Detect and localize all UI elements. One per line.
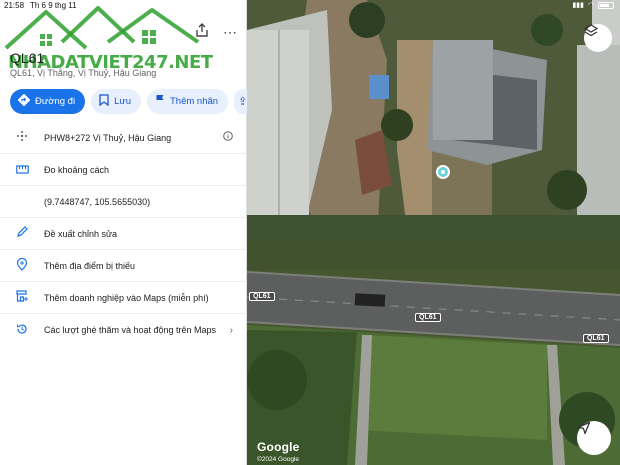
save-button[interactable]: Lưu <box>91 89 141 114</box>
road-label: QL61 <box>415 313 441 322</box>
place-address: QL61, Vị Thắng, Vị Thuỷ, Hậu Giang <box>10 68 157 78</box>
signal-icon: ▮▮▮ <box>572 2 584 9</box>
action-buttons: Đường đi Lưu Thêm nhãn ⇪ <box>10 89 253 114</box>
add-business-text: Thêm doanh nghiệp vào Maps (miễn phí) <box>44 292 209 303</box>
road-label: QL61 <box>583 334 609 343</box>
location-pin[interactable] <box>436 165 450 179</box>
directions-icon <box>17 93 31 109</box>
add-missing-place-text: Thêm địa điểm bị thiếu <box>44 260 136 271</box>
directions-label: Đường đi <box>35 96 76 107</box>
battery-icon <box>598 1 614 9</box>
list-item-suggest-edit[interactable]: Đề xuất chỉnh sửa <box>0 218 247 250</box>
place-title: QL61 <box>10 50 45 66</box>
share-icon: ⇪ <box>238 96 248 108</box>
chevron-right-icon: › <box>229 324 233 336</box>
my-location-button[interactable] <box>577 421 611 455</box>
satellite-imagery <box>247 0 620 465</box>
suggest-edit-text: Đề xuất chỉnh sửa <box>44 228 118 239</box>
list-item-add-business[interactable]: Thêm doanh nghiệp vào Maps (miễn phí) <box>0 282 247 314</box>
list-item-measure-distance[interactable]: Đo khoảng cách <box>0 154 247 186</box>
list-item-coordinates[interactable]: (9.7448747, 105.5655030) <box>0 186 247 218</box>
list-item-visits-activity[interactable]: Các lượt ghé thăm và hoạt động trên Maps… <box>0 314 247 346</box>
coordinates-text: (9.7448747, 105.5655030) <box>44 196 151 207</box>
plus-code-text: PHW8+272 Vị Thuỷ, Hậu Giang <box>44 132 172 143</box>
add-location-icon <box>0 257 44 274</box>
map-copyright: ©2024 Google <box>257 456 300 463</box>
list-item-add-missing-place[interactable]: Thêm địa điểm bị thiếu <box>0 250 247 282</box>
status-date: Th 6 9 thg 11 <box>30 1 77 10</box>
pencil-icon <box>0 226 44 241</box>
info-icon[interactable] <box>223 131 233 144</box>
road-label: QL61 <box>249 292 275 301</box>
layers-button[interactable] <box>584 24 612 52</box>
ruler-icon <box>0 163 44 177</box>
directions-button[interactable]: Đường đi <box>10 89 86 114</box>
place-panel: 21:58 Th 6 9 thg 11 NHADATVIET247.NET QL… <box>0 0 253 465</box>
history-icon <box>0 323 44 338</box>
visits-activity-text: Các lượt ghé thăm và hoạt động trên Maps <box>44 325 217 335</box>
add-label-label: Thêm nhãn <box>170 96 219 107</box>
satellite-map[interactable]: QL61 QL61 QL61 Google ©2024 Google ▮▮▮ ◠ <box>247 0 620 465</box>
add-business-icon <box>0 290 44 305</box>
plus-code-icon <box>0 130 44 145</box>
place-detail-list: PHW8+272 Vị Thuỷ, Hậu Giang Đo khoảng cá… <box>0 122 247 346</box>
bookmark-icon <box>99 94 109 109</box>
google-logo: Google <box>257 440 300 454</box>
wifi-icon: ◠ <box>587 2 594 9</box>
add-label-button[interactable]: Thêm nhãn <box>147 89 229 114</box>
share-icon[interactable] <box>192 22 212 42</box>
list-item-plus-code[interactable]: PHW8+272 Vị Thuỷ, Hậu Giang <box>0 122 247 154</box>
save-label: Lưu <box>114 96 131 107</box>
status-time: 21:58 <box>4 1 25 10</box>
more-options-icon[interactable]: ⋯ <box>220 22 240 42</box>
status-indicators: ▮▮▮ ◠ <box>572 1 614 9</box>
measure-distance-text: Đo khoảng cách <box>44 164 110 175</box>
flag-icon <box>155 94 165 109</box>
